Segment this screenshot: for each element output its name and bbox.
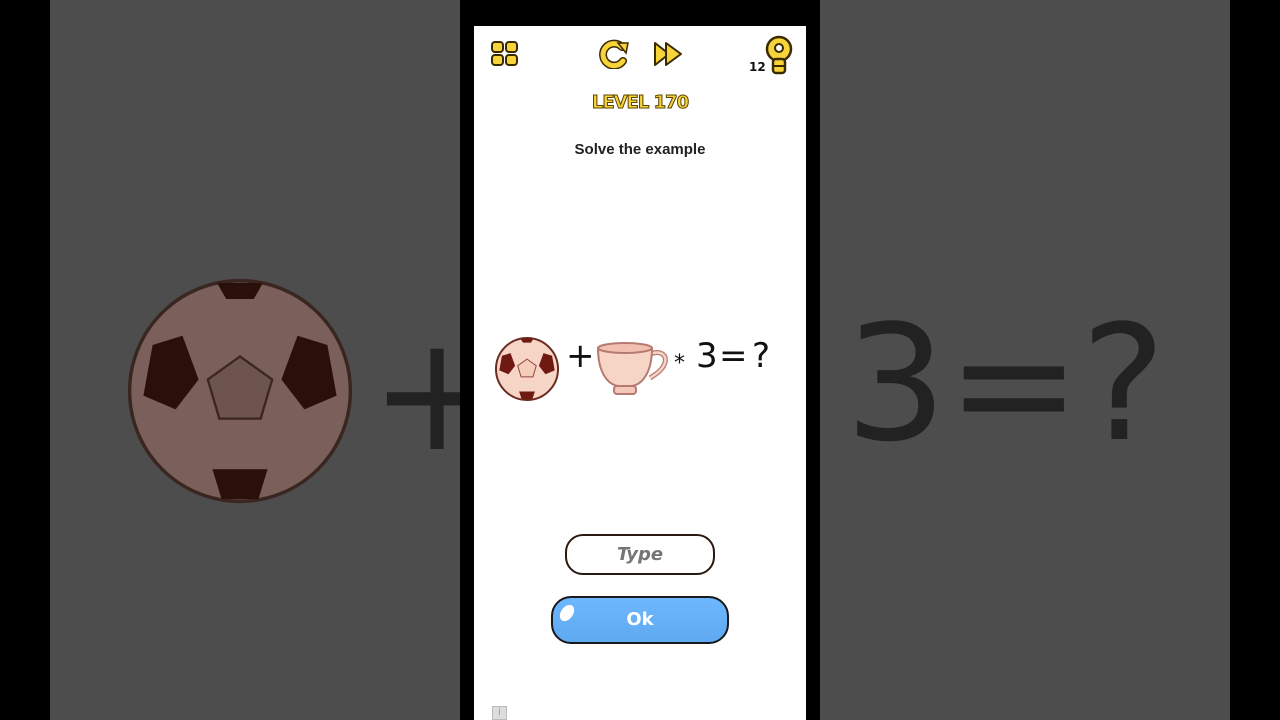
button-shine [556, 602, 578, 624]
blurred-equation: 3=? [845, 290, 1166, 477]
levels-grid-icon[interactable] [490, 40, 520, 68]
level-title: LEVEL 170 [591, 92, 689, 114]
instruction-text: Solve the example [574, 141, 706, 158]
multiply-sign: * [674, 351, 685, 376]
teacup-icon [596, 342, 668, 395]
question-mark: ? [752, 336, 771, 376]
blurred-number: 3 [845, 290, 947, 477]
restart-icon[interactable] [598, 39, 630, 69]
answer-input[interactable] [565, 534, 715, 575]
blurred-background-left: + [50, 0, 460, 720]
blurred-background-right: 3=? [820, 0, 1230, 720]
skip-icon[interactable] [652, 40, 684, 68]
blurred-equals: = [946, 290, 1081, 477]
number-three: 3 [696, 336, 718, 376]
soccer-ball-icon [494, 336, 560, 402]
equals-sign: = [719, 336, 748, 376]
game-screen: 12 LEVEL 170 Solve the example + * 3 = ?… [474, 26, 806, 720]
soccer-ball-icon [127, 278, 353, 504]
blurred-question: ? [1080, 290, 1166, 477]
info-icon[interactable]: i [492, 706, 507, 720]
ok-label: Ok [626, 609, 654, 630]
lightbulb-hint-icon[interactable] [763, 35, 795, 77]
ok-button[interactable]: Ok [551, 596, 729, 644]
plus-sign: + [566, 336, 595, 376]
blurred-plus: + [370, 300, 460, 487]
